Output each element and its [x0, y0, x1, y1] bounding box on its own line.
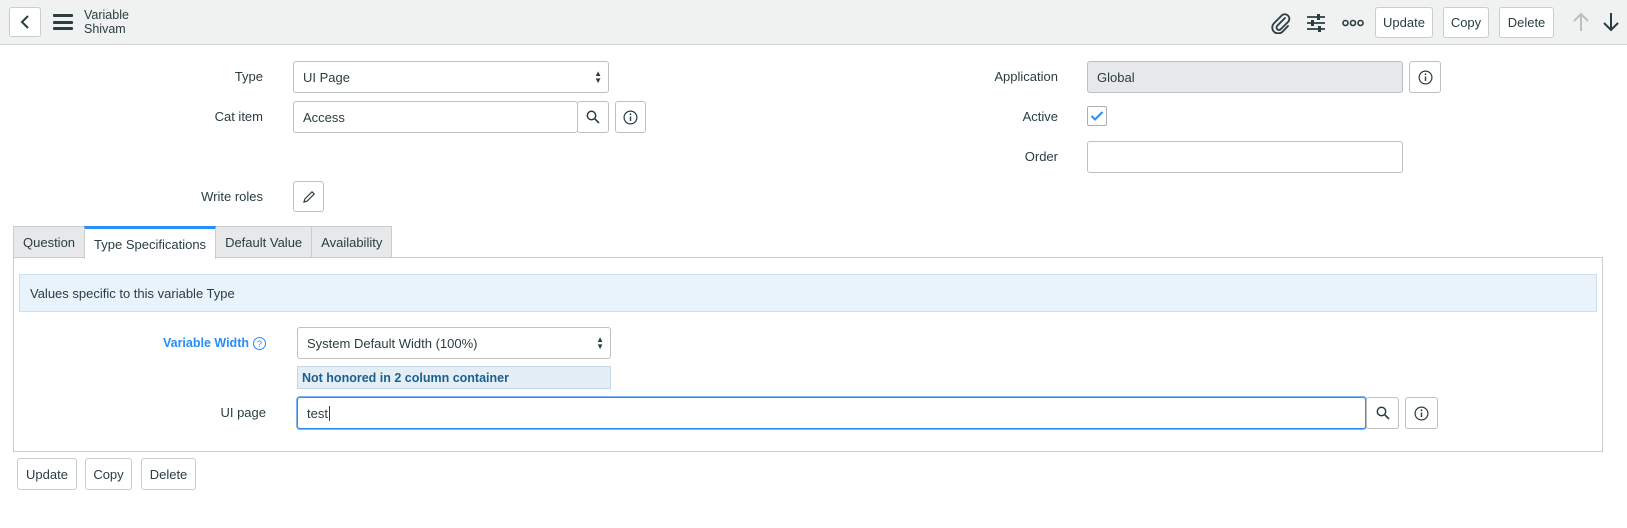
copy-button-bottom[interactable]: Copy — [85, 458, 132, 490]
paperclip-icon[interactable] — [1267, 10, 1293, 36]
cat-item-input[interactable]: Access — [293, 101, 578, 133]
form-title-record: Shivam — [84, 22, 126, 36]
info-icon — [1414, 405, 1429, 421]
active-checkbox[interactable] — [1087, 106, 1107, 126]
cat-item-label: Cat item — [214, 109, 263, 124]
chevron-left-icon — [20, 15, 29, 29]
personalize-form-icon[interactable] — [1303, 10, 1329, 36]
form-header: Variable Shivam Update Copy Delete — [0, 0, 1627, 45]
write-roles-edit-button[interactable] — [293, 181, 324, 212]
update-button-bottom[interactable]: Update — [17, 458, 77, 490]
order-input[interactable] — [1087, 141, 1403, 173]
copy-button-top[interactable]: Copy — [1443, 7, 1489, 38]
column-container-note: Not honored in 2 column container — [297, 366, 611, 389]
variable-width-label-text[interactable]: Variable Width — [163, 336, 249, 350]
info-icon — [1417, 69, 1433, 85]
ui-page-lookup-button[interactable] — [1366, 397, 1399, 429]
tab-availability[interactable]: Availability — [311, 226, 393, 258]
type-select[interactable]: UI Page ▲ ▼ — [293, 61, 609, 93]
help-icon[interactable]: ? — [253, 337, 266, 351]
section-info-bar: Values specific to this variable Type — [19, 274, 1597, 312]
order-label: Order — [1024, 149, 1058, 164]
type-select-value: UI Page — [303, 69, 350, 85]
form-title: Variable Shivam — [84, 8, 129, 36]
arrow-up-icon[interactable] — [1568, 9, 1594, 35]
application-info-button[interactable] — [1409, 61, 1441, 93]
variable-width-value: System Default Width (100%) — [307, 335, 478, 351]
column-container-note-text: Not honored in 2 column container — [302, 370, 509, 385]
variable-width-select[interactable]: System Default Width (100%) ▲ ▼ — [297, 327, 611, 359]
variable-width-label: Variable Width? — [120, 335, 266, 351]
select-arrows-icon: ▲ ▼ — [594, 69, 602, 85]
type-label: Type — [234, 69, 263, 84]
update-button-top[interactable]: Update — [1375, 7, 1433, 38]
application-field: Global — [1087, 61, 1403, 93]
text-cursor — [328, 405, 330, 421]
active-label: Active — [1022, 109, 1058, 124]
checkmark-icon — [1090, 111, 1104, 121]
arrow-down-icon[interactable] — [1598, 9, 1624, 35]
tab-type-specifications[interactable]: Type Specifications — [84, 226, 217, 259]
tab-default-value[interactable]: Default Value — [215, 226, 313, 258]
select-arrows-icon: ▲ ▼ — [596, 335, 604, 351]
tab-question[interactable]: Question — [13, 226, 86, 258]
cat-item-lookup-button[interactable] — [577, 101, 609, 133]
hamburger-menu-icon[interactable] — [53, 14, 73, 30]
write-roles-label: Write roles — [201, 189, 263, 204]
delete-button-bottom[interactable]: Delete — [141, 458, 196, 490]
more-options-icon[interactable] — [1340, 10, 1366, 36]
application-label: Application — [994, 69, 1058, 84]
section-tabs: Question Type Specifications Default Val… — [13, 226, 393, 259]
back-button[interactable] — [9, 7, 41, 37]
info-icon — [623, 109, 638, 125]
form-title-table: Variable — [84, 8, 129, 22]
cat-item-info-button[interactable] — [615, 101, 646, 133]
ui-page-input[interactable]: test — [297, 397, 1366, 429]
ui-page-info-button[interactable] — [1405, 397, 1438, 429]
ui-page-label: UI page — [220, 405, 266, 420]
cat-item-value: Access — [303, 109, 345, 125]
section-info-text: Values specific to this variable Type — [30, 285, 235, 301]
search-icon — [586, 110, 600, 124]
pencil-icon — [302, 190, 315, 203]
search-icon — [1376, 406, 1390, 420]
delete-button-top[interactable]: Delete — [1499, 7, 1554, 38]
ui-page-value: test — [307, 405, 328, 421]
application-value: Global — [1097, 69, 1135, 85]
